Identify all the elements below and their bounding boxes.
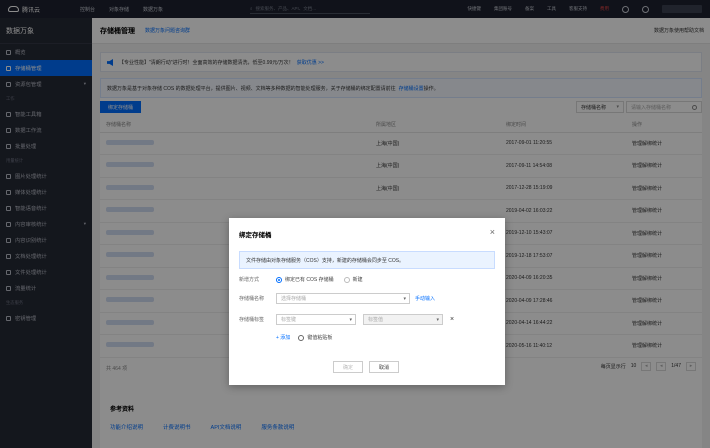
tag-label: 存储桶标签 [239,317,265,323]
mode-create-radio[interactable]: 新建 [343,276,363,283]
close-icon[interactable]: × [490,227,495,237]
tag-value-placeholder: 标签值 [368,317,384,323]
tag-value-select: 标签值 [363,314,443,325]
dialog-info: 文件存储由对象存储服务（COS）支持，新建的存储桶会同步至 COS。 [239,251,495,269]
mode-option-label: 绑定已有 COS 存储桶 [285,277,334,283]
tag-key-select[interactable]: 标签键 [276,314,356,325]
dialog-title: 绑定存储桶 [239,232,272,239]
add-tag-link[interactable]: + 添加 [276,334,290,341]
cancel-button[interactable]: 取消 [369,361,399,373]
bucket-select-placeholder: 选择存储桶 [281,296,307,302]
mode-option-label: 新建 [352,277,363,283]
bind-bucket-dialog: 绑定存储桶 × 文件存储由对象存储服务（COS）支持，新建的存储桶会同步至 CO… [229,218,505,385]
tag-row: 存储桶标签 标签键 标签值 × [239,314,454,325]
mode-label: 新增方式 [239,277,260,283]
bucket-label: 存储桶名称 [239,296,265,302]
mode-row: 新增方式 绑定已有 COS 存储桶 新建 [239,276,373,283]
bucket-row: 存储桶名称 选择存储桶 手动输入 [239,293,435,304]
bucket-select[interactable]: 选择存储桶 [276,293,410,304]
manual-input-link[interactable]: 手动输入 [415,295,435,302]
radio-checked-icon [276,276,282,283]
remove-tag-icon[interactable]: × [450,316,454,323]
paste-board-link[interactable]: 键值粘贴板 [307,334,332,341]
mode-bind-existing-radio[interactable]: 绑定已有 COS 存储桶 [276,276,334,283]
radio-unchecked-icon [343,276,350,283]
tag-key-placeholder: 标签键 [281,317,297,323]
confirm-button[interactable]: 确定 [333,361,363,373]
tag-actions: + 添加 键值粘贴板 [276,334,332,341]
clipboard-icon [298,334,305,341]
